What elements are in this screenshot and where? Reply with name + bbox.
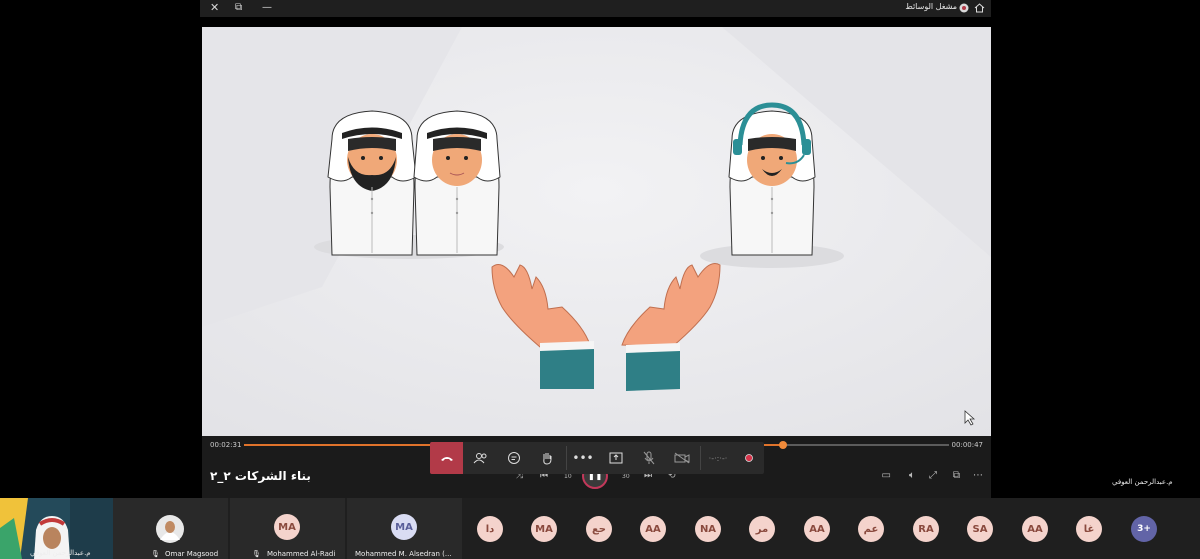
participant-avatar[interactable]: حع	[586, 516, 612, 542]
hang-up-button[interactable]	[430, 442, 463, 474]
fullscreen-icon[interactable]: ⤢	[929, 470, 937, 481]
shared-video[interactable]	[202, 27, 991, 436]
participant-photo	[156, 515, 184, 543]
participant-name: Mohammed Al-Radi	[267, 550, 336, 558]
volume-icon[interactable]: 🔈︎	[909, 470, 915, 481]
participant-name: م.عبدالرحمن العوفي	[30, 549, 91, 557]
mic-off-icon: 🎙︎	[252, 550, 261, 558]
record-icon	[959, 3, 969, 13]
more-actions-icon[interactable]: •••	[567, 442, 599, 474]
participant-avatar[interactable]: MA	[531, 516, 557, 542]
raise-hand-button[interactable]	[531, 442, 563, 474]
close-icon[interactable]: ✕	[210, 1, 219, 15]
illustration-person-young	[413, 110, 501, 256]
media-name: بناء الشركات ٢_٢	[210, 469, 311, 483]
recording-indicator	[734, 442, 764, 474]
presenter-name: م.عبدالرحمن العوفي	[1112, 478, 1173, 486]
more-options-icon[interactable]: ⋯	[973, 470, 983, 481]
participant-tile[interactable]: 🎙︎ Omar Magsood	[113, 498, 228, 559]
participant-avatar[interactable]: AA	[804, 516, 830, 542]
home-icon[interactable]	[974, 3, 985, 13]
participant-avatar[interactable]: دا	[477, 516, 503, 542]
participant-avatar[interactable]: SA	[967, 516, 993, 542]
participant-name: Mohammed M. Alsedran (...	[355, 550, 452, 558]
mic-button[interactable]	[633, 442, 665, 474]
media-player-title: مشغل الوسائط	[905, 2, 957, 11]
call-controls: ••• ·-·:·-·	[430, 442, 764, 474]
mic-off-icon: 🎙︎	[151, 550, 160, 558]
more-participants-button[interactable]: 3+	[1131, 516, 1157, 542]
participant-avatar: MA	[391, 514, 417, 540]
forward-30-icon[interactable]: 30	[622, 473, 630, 480]
participant-avatar[interactable]: مر	[749, 516, 775, 542]
recording-dot-icon	[745, 454, 753, 462]
hand-icon	[543, 453, 552, 465]
mic-off-icon	[643, 451, 655, 465]
minimize-icon[interactable]: —	[262, 1, 272, 15]
chat-icon	[508, 452, 520, 464]
participant-name: Omar Magsood	[165, 550, 219, 558]
rewind-10-icon[interactable]: 10	[564, 473, 572, 480]
remaining-time: 00:00:47	[951, 441, 983, 449]
participant-avatar: MA	[274, 514, 300, 540]
camera-button[interactable]	[666, 442, 698, 474]
participant-tile[interactable]: MA 🎙︎ Mohammed Al-Radi	[230, 498, 345, 559]
pip-icon[interactable]: ⧉	[953, 470, 960, 481]
participants-button[interactable]	[465, 442, 497, 474]
participant-avatar[interactable]: غا	[1076, 516, 1102, 542]
illustration-person-headset	[728, 102, 816, 256]
share-button[interactable]	[600, 442, 632, 474]
phone-hangup-icon	[440, 457, 453, 461]
chat-button[interactable]	[498, 442, 530, 474]
captions-icon[interactable]: ▭	[882, 470, 891, 481]
participant-avatar[interactable]: NA	[695, 516, 721, 542]
illustration-person-bearded	[327, 110, 417, 256]
participant-avatar[interactable]: AA	[1022, 516, 1048, 542]
media-player-topbar: ✕ ⧉ — مشغل الوسائط	[200, 0, 991, 17]
participant-tile[interactable]: MA Mohammed M. Alsedran (...	[347, 498, 462, 559]
video-frame-illustration	[202, 27, 991, 436]
participant-video-tile[interactable]: م.عبدالرحمن العوفي	[0, 498, 113, 559]
camera-off-icon	[674, 452, 690, 464]
elapsed-time: 00:02:31	[210, 441, 242, 449]
share-screen-icon	[609, 452, 623, 464]
people-icon	[473, 453, 487, 464]
participant-avatar[interactable]: AA	[640, 516, 666, 542]
popout-icon[interactable]: ⧉	[235, 1, 242, 15]
call-timer-icon: ·-·:·-·	[708, 453, 728, 463]
participant-avatar[interactable]: RA	[913, 516, 939, 542]
participant-avatar[interactable]: عم	[858, 516, 884, 542]
progress-knob[interactable]	[779, 441, 788, 449]
